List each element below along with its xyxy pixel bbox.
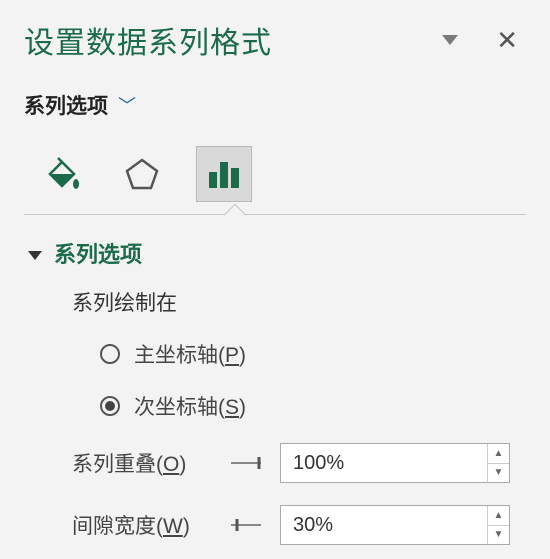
section-title: 系列选项 <box>54 237 142 269</box>
paint-bucket-icon <box>40 154 80 194</box>
axis-radio-group: 主坐标轴(P) 次坐标轴(S) <box>100 339 522 421</box>
tab-divider <box>24 214 526 215</box>
overlap-slider-icon[interactable] <box>228 453 264 473</box>
radio-primary-axis[interactable]: 主坐标轴(P) <box>100 339 522 369</box>
spinner-buttons: ▲ ▼ <box>487 444 509 482</box>
bar-chart-icon <box>204 154 244 194</box>
spin-down-icon[interactable]: ▼ <box>488 526 509 545</box>
gap-width-input[interactable]: 30% ▲ ▼ <box>280 505 510 545</box>
plot-on-label: 系列绘制在 <box>72 287 522 317</box>
radio-label: 主坐标轴(P) <box>134 339 246 369</box>
gap-width-value[interactable]: 30% <box>281 506 487 544</box>
gap-width-row: 间隙宽度(W) 30% ▲ ▼ <box>72 505 522 545</box>
gap-width-label: 间隙宽度(W) <box>72 510 212 540</box>
pentagon-icon <box>122 154 162 194</box>
chevron-down-icon: ﹀ <box>118 92 136 118</box>
section-header[interactable]: 系列选项 <box>28 237 522 269</box>
spin-down-icon[interactable]: ▼ <box>488 464 509 483</box>
collapse-triangle-icon <box>28 251 42 260</box>
pane-header: 设置数据系列格式 ✕ <box>24 18 526 62</box>
series-overlap-label: 系列重叠(O) <box>72 448 212 478</box>
radio-icon <box>100 344 120 364</box>
pane-menu-dropdown-icon[interactable] <box>442 35 458 45</box>
spinner-buttons: ▲ ▼ <box>487 506 509 544</box>
format-data-series-pane: 设置数据系列格式 ✕ 系列选项 ﹀ <box>0 0 550 545</box>
radio-label: 次坐标轴(S) <box>134 391 246 421</box>
spin-up-icon[interactable]: ▲ <box>488 444 509 464</box>
series-options-label: 系列选项 <box>24 90 108 120</box>
series-overlap-row: 系列重叠(O) 100% ▲ ▼ <box>72 443 522 483</box>
pane-title: 设置数据系列格式 <box>24 18 272 62</box>
series-options-section: 系列选项 系列绘制在 主坐标轴(P) 次坐标轴(S) 系列重叠(O) 1 <box>24 215 526 545</box>
spin-up-icon[interactable]: ▲ <box>488 506 509 526</box>
series-options-dropdown[interactable]: 系列选项 ﹀ <box>24 90 526 120</box>
gap-slider-icon[interactable] <box>228 515 264 535</box>
series-overlap-input[interactable]: 100% ▲ ▼ <box>280 443 510 483</box>
header-controls: ✕ <box>442 27 526 53</box>
tab-series-options[interactable] <box>196 146 252 202</box>
tab-fill[interactable] <box>32 146 88 202</box>
radio-secondary-axis[interactable]: 次坐标轴(S) <box>100 391 522 421</box>
tab-effects[interactable] <box>114 146 170 202</box>
radio-icon <box>100 396 120 416</box>
format-tab-row <box>24 140 526 202</box>
close-icon[interactable]: ✕ <box>496 27 518 53</box>
series-overlap-value[interactable]: 100% <box>281 444 487 482</box>
